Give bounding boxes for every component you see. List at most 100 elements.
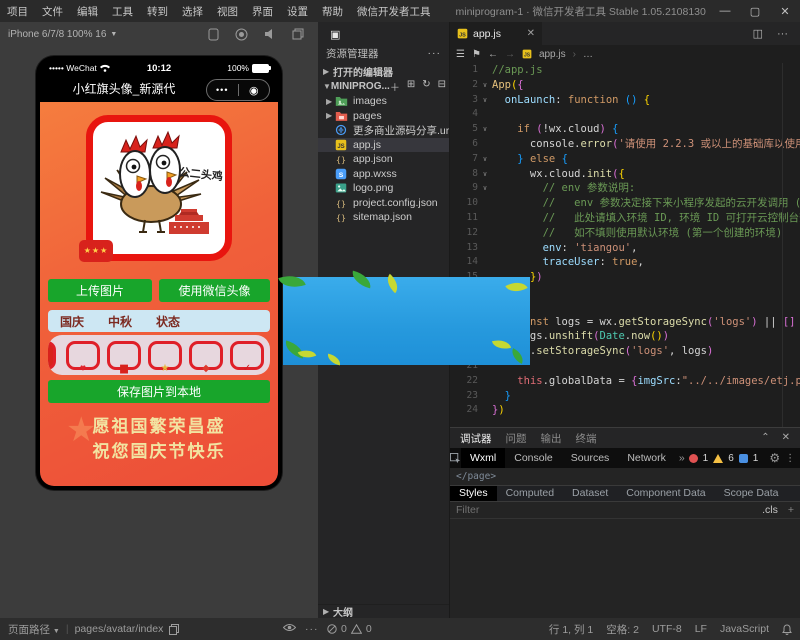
- inspect-element-icon[interactable]: [450, 453, 461, 464]
- bell-icon[interactable]: [782, 624, 792, 635]
- collapse-panel-icon[interactable]: ⌃: [761, 432, 769, 443]
- collapse-icon[interactable]: ⊟: [438, 79, 446, 94]
- debugger-tab-问题[interactable]: 问题: [506, 431, 527, 446]
- styles-tab-scope-data[interactable]: Scope Data: [715, 486, 788, 501]
- status-lf[interactable]: LF: [695, 623, 707, 635]
- fold-chevron-icon[interactable]: ∨: [478, 167, 492, 182]
- rotate-device-icon[interactable]: [208, 28, 219, 41]
- debugger-tab-输出[interactable]: 输出: [541, 431, 562, 446]
- avatar-preview[interactable]: 公二头鸡 ★★★: [86, 115, 232, 261]
- menu-item-转到[interactable]: 转到: [140, 4, 175, 19]
- fold-chevron-icon[interactable]: ∨: [478, 93, 492, 108]
- menu-item-设置[interactable]: 设置: [280, 4, 315, 19]
- copy-path-icon[interactable]: [169, 624, 179, 635]
- frame-option-star[interactable]: ★: [148, 341, 182, 370]
- file-item-project.config.json[interactable]: {}project.config.json: [318, 196, 449, 211]
- clipboard-icon[interactable]: ▣: [330, 28, 340, 41]
- filter-input[interactable]: Filter: [456, 504, 479, 516]
- outline-section[interactable]: ▶ 大纲: [318, 604, 449, 618]
- more-tabs-icon[interactable]: »: [675, 452, 689, 464]
- menu-item-编辑[interactable]: 编辑: [70, 4, 105, 19]
- frame-option-partial[interactable]: [48, 341, 56, 370]
- problems-indicator[interactable]: 0 0: [327, 618, 372, 640]
- file-item-pages[interactable]: ▶pages: [318, 109, 449, 124]
- frame-tab-状态[interactable]: 状态: [156, 313, 180, 330]
- breadcrumb-symbol[interactable]: …: [583, 49, 593, 60]
- menu-item-项目[interactable]: 项目: [0, 4, 35, 19]
- file-item-images[interactable]: ▶images: [318, 94, 449, 109]
- multi-window-icon[interactable]: [292, 28, 304, 40]
- status-空格-2[interactable]: 空格: 2: [606, 622, 639, 637]
- debugger-tab-调试器[interactable]: 调试器: [460, 431, 492, 446]
- devtools-tab-Sources[interactable]: Sources: [562, 448, 619, 468]
- eye-icon[interactable]: [283, 623, 296, 632]
- maximize-button[interactable]: ▢: [740, 5, 770, 18]
- close-panel-icon[interactable]: ✕: [782, 432, 790, 443]
- warning-count-icon[interactable]: [713, 454, 723, 463]
- menu-item-选择[interactable]: 选择: [175, 4, 210, 19]
- refresh-icon[interactable]: ↻: [422, 79, 430, 94]
- project-section[interactable]: ▼ MINIPROG... ＋ ⊞ ↻ ⊟: [318, 79, 449, 94]
- error-count-icon[interactable]: [689, 454, 698, 463]
- new-folder-icon[interactable]: ⊞: [407, 79, 415, 94]
- styles-tab-styles[interactable]: Styles: [450, 486, 497, 501]
- wxml-element-tree[interactable]: </page>: [450, 468, 800, 485]
- file-item-logo.png[interactable]: logo.png: [318, 181, 449, 196]
- tab-app-js[interactable]: JS app.js ✕: [450, 22, 542, 45]
- status-utf-8[interactable]: UTF-8: [652, 623, 682, 635]
- minimize-button[interactable]: —: [710, 5, 740, 18]
- exit-button[interactable]: ◉: [239, 84, 270, 97]
- file-item-更多商业源码分享.url[interactable]: 更多商业源码分享.url: [318, 123, 449, 138]
- devtools-tab-Console[interactable]: Console: [505, 448, 562, 468]
- breadcrumb-file[interactable]: app.js: [539, 49, 566, 60]
- more-menu-button[interactable]: •••: [207, 85, 238, 95]
- editor-more-icon[interactable]: ···: [777, 28, 788, 40]
- menu-icon[interactable]: ☰: [456, 49, 465, 60]
- frame-tab-国庆[interactable]: 国庆: [60, 313, 84, 330]
- use-wechat-avatar-button[interactable]: 使用微信头像: [159, 279, 270, 302]
- status-行-1-列-1[interactable]: 行 1, 列 1: [549, 622, 593, 637]
- forward-icon[interactable]: →: [505, 49, 515, 60]
- fold-chevron-icon[interactable]: ∨: [478, 181, 492, 196]
- save-image-button[interactable]: 保存图片到本地: [48, 380, 270, 403]
- kebab-menu-icon[interactable]: ⋮: [785, 453, 795, 464]
- menu-item-视图[interactable]: 视图: [210, 4, 245, 19]
- styles-tab-computed[interactable]: Computed: [497, 486, 563, 501]
- code-lines[interactable]: 1//app.js2∨App({3∨ onLaunch: function ()…: [450, 63, 800, 427]
- frame-tab-中秋[interactable]: 中秋: [108, 313, 132, 330]
- close-button[interactable]: ✕: [770, 5, 800, 18]
- frame-option-heart[interactable]: ♥: [66, 341, 100, 370]
- settings-gear-icon[interactable]: ⚙: [769, 451, 780, 465]
- status-javascript[interactable]: JavaScript: [720, 623, 769, 635]
- frame-option-hat[interactable]: ▆: [107, 341, 141, 370]
- upload-image-button[interactable]: 上传图片: [48, 279, 152, 302]
- mute-icon[interactable]: [264, 28, 276, 40]
- frame-option-check[interactable]: ✓: [230, 341, 264, 370]
- frame-option-boat[interactable]: ◆: [189, 341, 223, 370]
- fold-chevron-icon[interactable]: ∨: [478, 122, 492, 137]
- file-item-app.json[interactable]: {}app.json: [318, 152, 449, 167]
- menu-item-工具[interactable]: 工具: [105, 4, 140, 19]
- open-editors-section[interactable]: ▶ 打开的编辑器: [318, 64, 449, 79]
- styles-tab-dataset[interactable]: Dataset: [563, 486, 617, 501]
- add-style-button[interactable]: +: [788, 504, 794, 516]
- page-path-label[interactable]: 页面路径 ▼: [8, 622, 60, 637]
- file-item-sitemap.json[interactable]: {}sitemap.json: [318, 210, 449, 225]
- close-tab-icon[interactable]: ✕: [527, 28, 535, 39]
- styles-tab-component-data[interactable]: Component Data: [617, 486, 714, 501]
- info-count-icon[interactable]: [739, 454, 748, 463]
- back-icon[interactable]: ←: [488, 49, 498, 60]
- file-item-app.js[interactable]: JSapp.js: [318, 138, 449, 153]
- menu-item-微信开发者工具[interactable]: 微信开发者工具: [350, 4, 438, 19]
- explorer-more-icon[interactable]: ···: [428, 47, 442, 59]
- split-editor-icon[interactable]: ◫: [753, 27, 763, 40]
- statusbar-more-icon[interactable]: ···: [305, 618, 319, 640]
- page-path-value[interactable]: pages/avatar/index: [75, 623, 164, 635]
- bookmark-icon[interactable]: ⚑: [472, 49, 481, 60]
- new-file-icon[interactable]: ＋: [390, 79, 400, 94]
- fold-chevron-icon[interactable]: ∨: [478, 78, 492, 93]
- editor-scrollbar[interactable]: [782, 63, 800, 427]
- record-icon[interactable]: [235, 28, 248, 41]
- menu-item-帮助[interactable]: 帮助: [315, 4, 350, 19]
- devtools-tab-Wxml[interactable]: Wxml: [461, 448, 505, 468]
